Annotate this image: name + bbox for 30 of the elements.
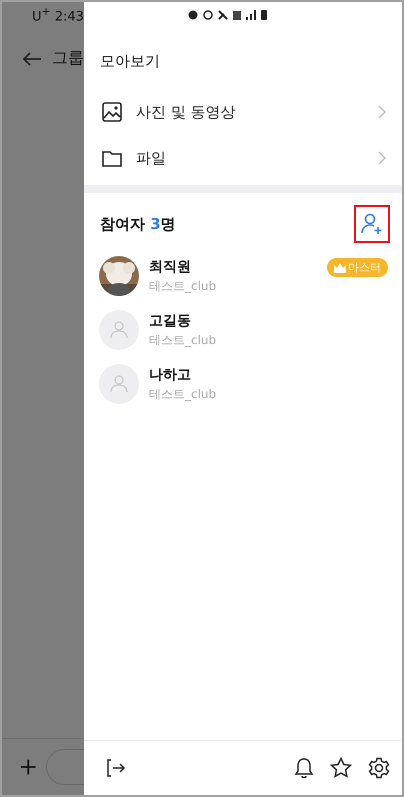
exit-icon[interactable] xyxy=(106,758,126,778)
folder-icon xyxy=(102,149,122,167)
drawer-title: 모아보기 xyxy=(99,51,161,72)
signal-icon xyxy=(246,10,256,20)
image-icon xyxy=(102,102,122,122)
screen-title: 그룹 xyxy=(52,48,84,69)
badge-label: 마스터 xyxy=(348,260,381,275)
crown-icon xyxy=(334,262,346,272)
chevron-icon xyxy=(378,105,386,119)
menu-item[interactable]: 사진 및 동영상 xyxy=(84,89,402,135)
member-name: 나하고 xyxy=(149,366,192,384)
settings-icon[interactable] xyxy=(368,757,390,779)
member-name: 고길동 xyxy=(149,312,192,330)
menu-item[interactable]: 파일 xyxy=(84,135,402,181)
add-person-icon xyxy=(361,213,383,235)
plus-icon[interactable] xyxy=(20,758,36,776)
battery-icon xyxy=(261,10,267,20)
member-club: 테스트_club xyxy=(149,386,218,402)
star-icon[interactable] xyxy=(330,757,352,779)
add-member-button[interactable] xyxy=(354,205,390,243)
member-name: 최직원 xyxy=(149,258,192,276)
default-avatar-icon xyxy=(99,364,139,404)
member-club: 테스트_club xyxy=(149,278,218,294)
bell-icon[interactable] xyxy=(294,757,314,779)
status-time: U$^{+}$ 2:43 xyxy=(32,5,84,25)
default-avatar-icon xyxy=(99,310,139,350)
participants-heading: 참여자 3명 xyxy=(100,214,176,234)
chevron-icon xyxy=(378,151,386,165)
member-club: 테스트_club xyxy=(149,332,218,348)
back-arrow-icon[interactable] xyxy=(22,50,42,66)
